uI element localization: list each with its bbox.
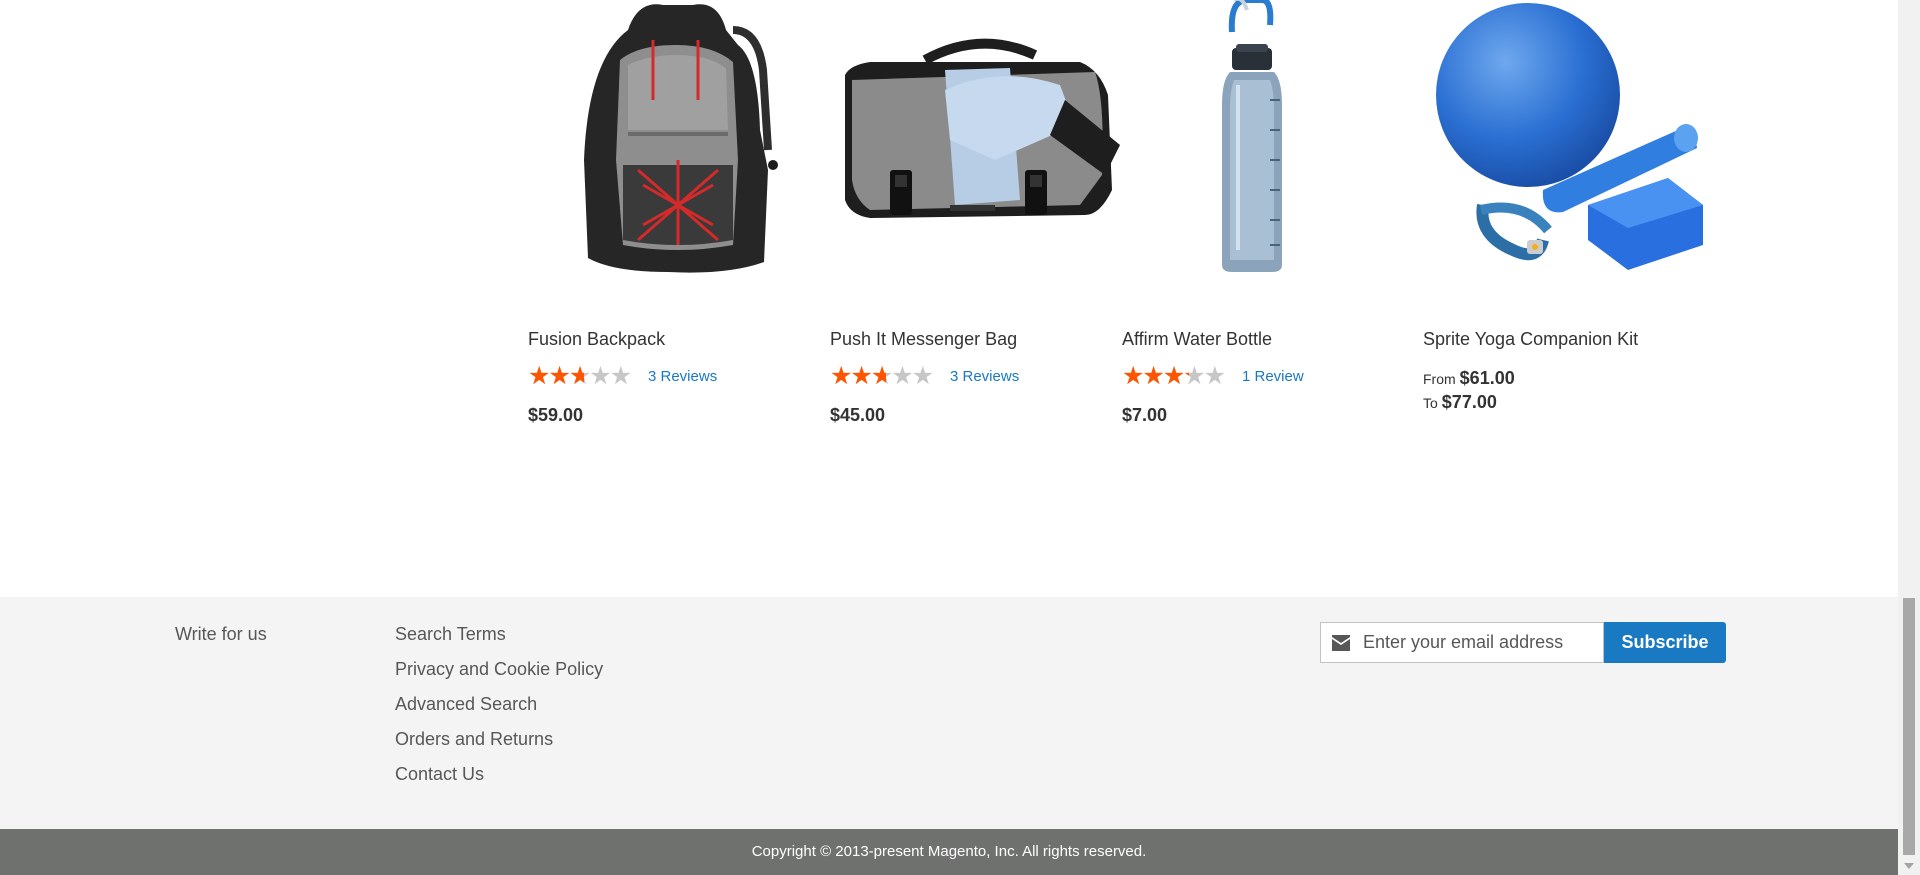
price-to-label: To	[1423, 395, 1438, 411]
product-price: $7.00	[1122, 405, 1168, 425]
yoga-kit-image	[1436, 3, 1703, 270]
scroll-down-arrow-icon[interactable]	[1904, 863, 1914, 869]
envelope-icon	[1332, 635, 1350, 651]
product-name[interactable]: Push It Messenger Bag	[830, 329, 1017, 350]
product-rating: ★★★★★ ★★★★★ 3 Reviews	[830, 364, 1019, 389]
product-item: Push It Messenger Bag ★★★★★ ★★★★★ 3 Revi…	[830, 0, 1120, 425]
footer-link-contact-us[interactable]: Contact Us	[395, 764, 603, 799]
subscribe-button[interactable]: Subscribe	[1604, 622, 1726, 663]
product-image-backpack[interactable]	[528, 0, 818, 308]
price-from: From $61.00	[1423, 368, 1515, 389]
reviews-link[interactable]: 3 Reviews	[950, 368, 1019, 385]
price-to-amount: $77.00	[1441, 392, 1497, 412]
copyright-bar: Copyright © 2013-present Magento, Inc. A…	[0, 829, 1898, 875]
product-price: $59.00	[528, 405, 584, 425]
rating-stars: ★★★★★ ★★★★★	[830, 364, 942, 389]
footer-column-1: Write for us	[175, 624, 267, 645]
product-name[interactable]: Fusion Backpack	[528, 329, 665, 350]
reviews-link[interactable]: 1 Review	[1242, 368, 1304, 385]
rating-stars: ★★★★★ ★★★★★	[1122, 364, 1234, 389]
page-footer: Write for us Search Terms Privacy and Co…	[0, 597, 1898, 829]
messenger-bag-image	[845, 38, 1120, 218]
vertical-scrollbar[interactable]	[1898, 0, 1920, 875]
newsletter-form: Subscribe	[1320, 622, 1726, 663]
rating-stars: ★★★★★ ★★★★★	[528, 364, 640, 389]
product-price: $45.00	[830, 405, 886, 425]
product-rating: ★★★★★ ★★★★★ 3 Reviews	[528, 364, 717, 389]
email-field-wrapper	[1320, 622, 1604, 663]
footer-link-advanced-search[interactable]: Advanced Search	[395, 694, 603, 729]
scrollbar-thumb[interactable]	[1903, 598, 1915, 855]
page-viewport: Fusion Backpack ★★★★★ ★★★★★ 3 Reviews $5…	[0, 0, 1898, 875]
price-from-label: From	[1423, 371, 1456, 387]
product-image-messenger-bag[interactable]	[830, 0, 1120, 308]
product-item: Fusion Backpack ★★★★★ ★★★★★ 3 Reviews $5…	[528, 0, 818, 425]
rating-stars-filled: ★★★★★	[1122, 364, 1189, 388]
footer-links: Search Terms Privacy and Cookie Policy A…	[395, 624, 603, 799]
footer-link-privacy-policy[interactable]: Privacy and Cookie Policy	[395, 659, 603, 694]
backpack-image	[584, 4, 778, 273]
rating-stars-filled: ★★★★★	[830, 364, 886, 388]
product-name[interactable]: Affirm Water Bottle	[1122, 329, 1272, 350]
product-item: Sprite Yoga Companion Kit From $61.00 To $…	[1423, 0, 1713, 412]
reviews-link[interactable]: 3 Reviews	[648, 368, 717, 385]
rating-stars-filled: ★★★★★	[528, 364, 584, 388]
price-to: To $77.00	[1423, 392, 1497, 413]
footer-link-write-for-us[interactable]: Write for us	[175, 624, 267, 644]
newsletter-email-input[interactable]	[1363, 623, 1593, 662]
product-name[interactable]: Sprite Yoga Companion Kit	[1423, 329, 1638, 350]
footer-link-search-terms[interactable]: Search Terms	[395, 624, 603, 659]
product-image-water-bottle[interactable]	[1122, 0, 1412, 308]
price-from-amount: $61.00	[1459, 368, 1515, 388]
product-item: Affirm Water Bottle ★★★★★ ★★★★★ 1 Review…	[1122, 0, 1412, 425]
water-bottle-image	[1222, 0, 1282, 272]
product-image-yoga-kit[interactable]	[1423, 0, 1713, 308]
product-rating: ★★★★★ ★★★★★ 1 Review	[1122, 364, 1304, 389]
footer-link-orders-returns[interactable]: Orders and Returns	[395, 729, 603, 764]
copyright-text: Copyright © 2013-present Magento, Inc. A…	[751, 843, 1147, 860]
